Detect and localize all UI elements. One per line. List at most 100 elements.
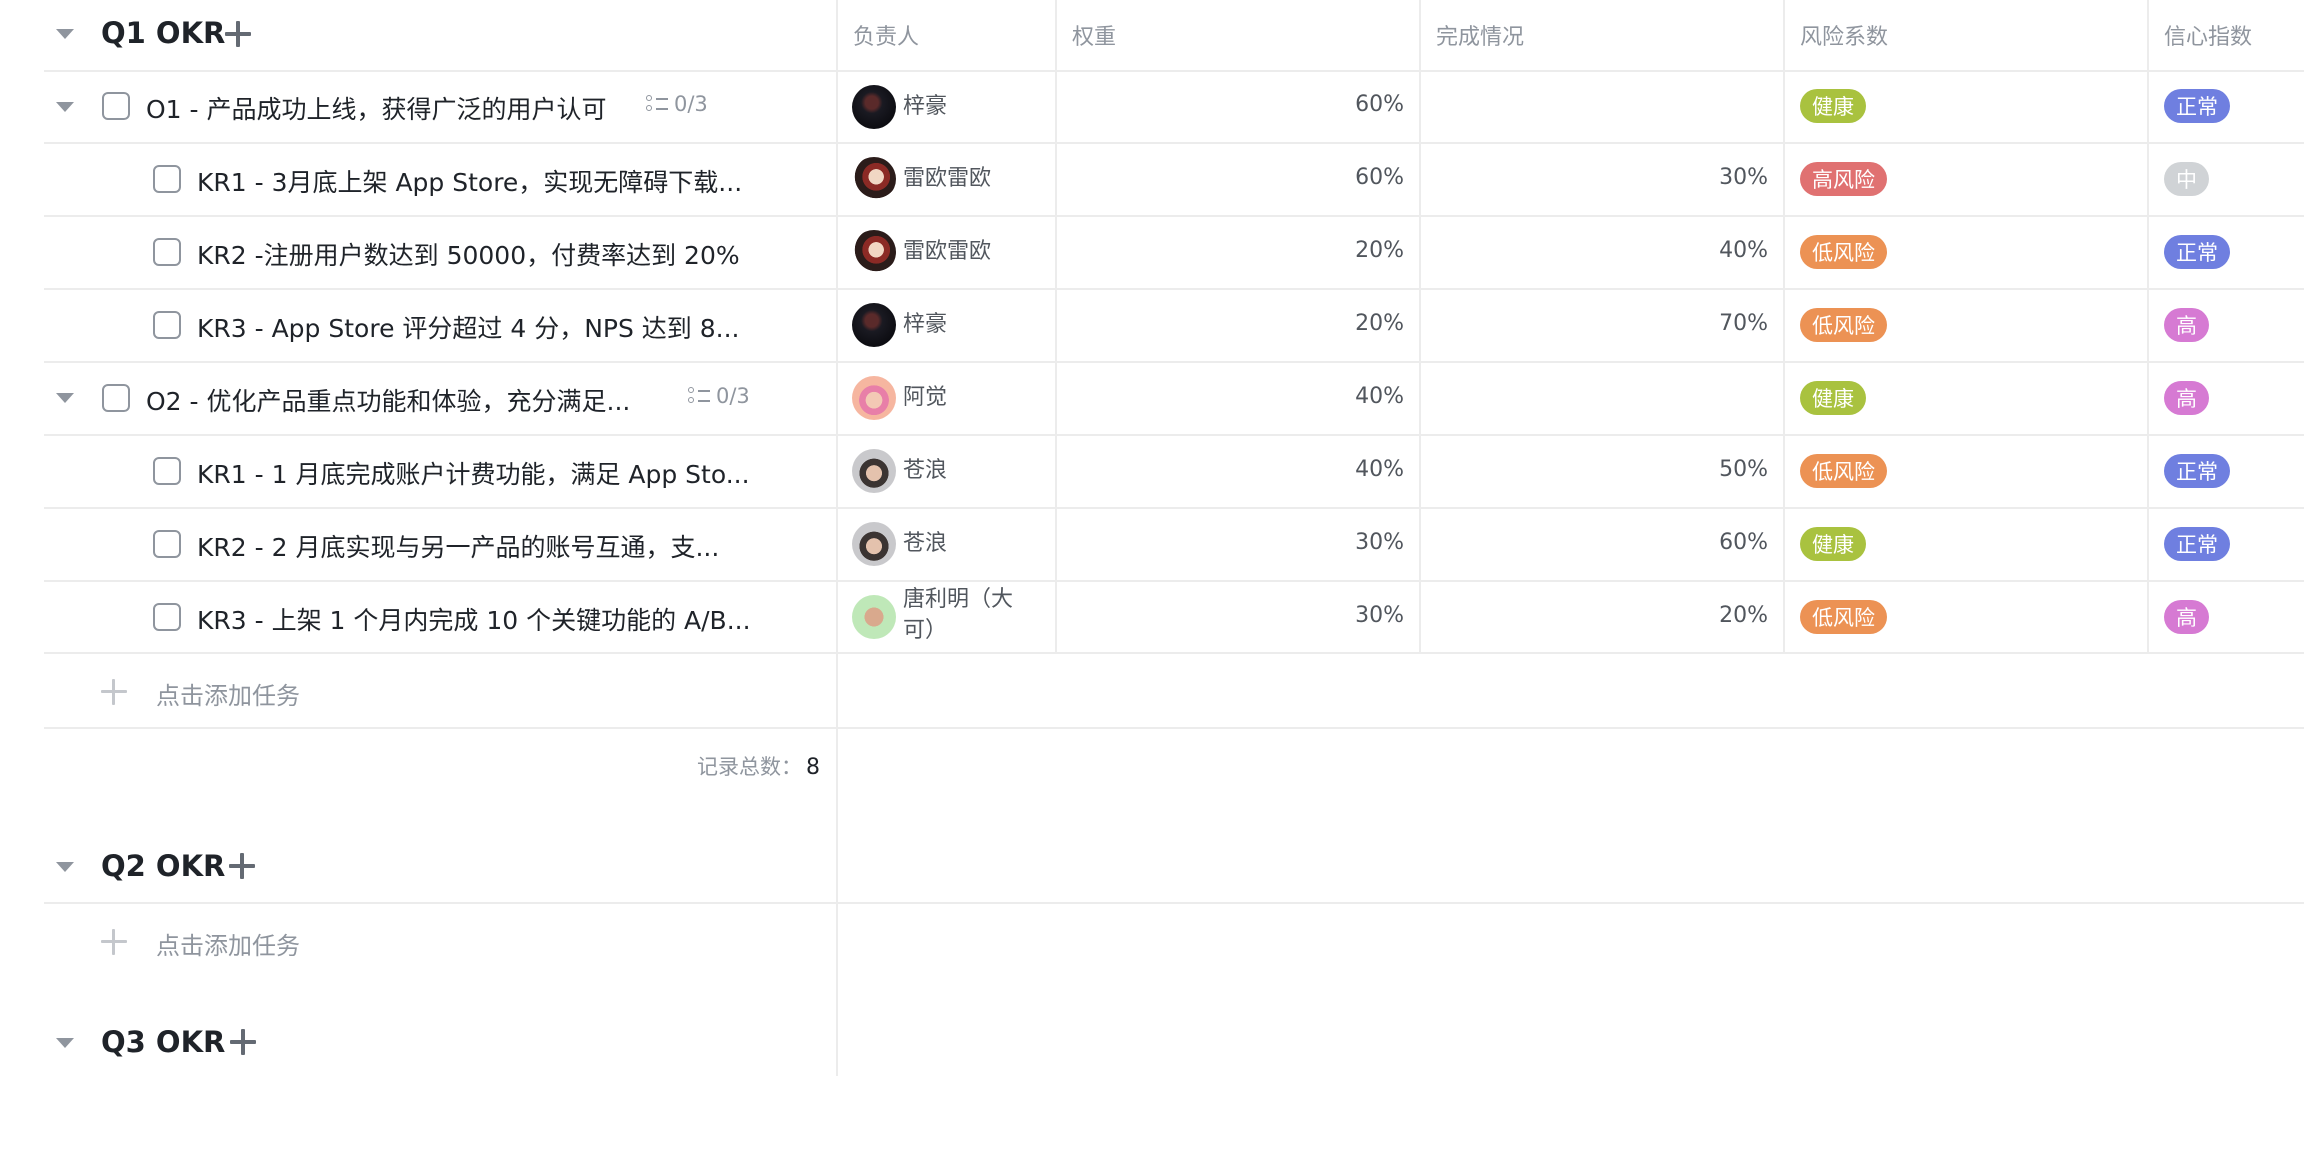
subtask-count-text: 0/3 <box>674 92 708 116</box>
risk-badge[interactable]: 低风险 <box>1800 308 1887 342</box>
subtask-count-text: 0/3 <box>716 384 750 408</box>
risk-badge[interactable]: 低风险 <box>1800 454 1887 488</box>
owner-name[interactable]: 阿觉 <box>903 382 947 413</box>
group-title-q3[interactable]: Q3 OKR <box>101 1025 225 1059</box>
risk-badge[interactable]: 低风险 <box>1800 235 1887 269</box>
task-title[interactable]: KR2 -注册用户数达到 50000，付费率达到 20% <box>197 236 740 272</box>
row-divider <box>44 215 2304 217</box>
row-divider <box>44 727 2304 729</box>
row-divider <box>44 507 2304 509</box>
progress-value: 70% <box>1719 311 1768 336</box>
column-header-progress[interactable]: 完成情况 <box>1420 0 1783 70</box>
risk-badge[interactable]: 高风险 <box>1800 162 1887 196</box>
task-checkbox[interactable] <box>153 311 181 339</box>
group-title-q1[interactable]: Q1 OKR <box>101 16 225 50</box>
task-title[interactable]: O1 - 产品成功上线，获得广泛的用户认可 <box>146 90 607 126</box>
weight-value: 20% <box>1355 238 1404 263</box>
risk-badge[interactable]: 低风险 <box>1800 600 1887 634</box>
row-divider <box>44 902 2304 904</box>
add-task-button[interactable]: 点击添加任务 <box>156 926 300 961</box>
owner-name[interactable]: 梓豪 <box>903 91 947 122</box>
divider-name-column <box>836 0 838 1076</box>
avatar[interactable] <box>852 449 896 493</box>
avatar[interactable] <box>852 230 896 274</box>
task-checkbox[interactable] <box>153 530 181 558</box>
task-checkbox[interactable] <box>153 603 181 631</box>
task-title[interactable]: O2 - 优化产品重点功能和体验，充分满足... <box>146 382 630 418</box>
confidence-badge[interactable]: 中 <box>2164 162 2209 196</box>
task-checkbox[interactable] <box>102 92 130 120</box>
weight-value: 40% <box>1355 457 1404 482</box>
row-divider <box>44 288 2304 290</box>
risk-badge[interactable]: 健康 <box>1800 89 1866 123</box>
add-task-plus-icon[interactable] <box>101 929 127 955</box>
subtask-list-icon <box>646 94 668 114</box>
collapse-caret-icon[interactable] <box>56 29 74 39</box>
avatar[interactable] <box>852 85 896 129</box>
task-checkbox[interactable] <box>153 165 181 193</box>
owner-name[interactable]: 苍浪 <box>903 528 947 559</box>
weight-value: 60% <box>1355 92 1404 117</box>
collapse-caret-icon[interactable] <box>56 1038 74 1048</box>
confidence-badge[interactable]: 高 <box>2164 600 2209 634</box>
subtask-list-icon <box>688 386 710 406</box>
weight-value: 30% <box>1355 603 1404 628</box>
task-checkbox[interactable] <box>102 384 130 412</box>
confidence-badge[interactable]: 正常 <box>2164 527 2230 561</box>
avatar[interactable] <box>852 303 896 347</box>
subtask-count[interactable]: 0/3 <box>646 92 708 116</box>
avatar[interactable] <box>852 522 896 566</box>
collapse-caret-icon[interactable] <box>56 393 74 403</box>
confidence-badge[interactable]: 高 <box>2164 308 2209 342</box>
task-checkbox[interactable] <box>153 457 181 485</box>
collapse-caret-icon[interactable] <box>56 102 74 112</box>
owner-name-line1: 唐利明（大 <box>903 587 1014 612</box>
row-divider <box>44 434 2304 436</box>
record-total-label: 记录总数： <box>697 755 802 779</box>
record-total-value: 8 <box>806 755 820 780</box>
task-checkbox[interactable] <box>153 238 181 266</box>
row-divider <box>44 580 2304 582</box>
divider-progress-column <box>1783 0 1785 652</box>
progress-value: 50% <box>1719 457 1768 482</box>
add-group-task-icon[interactable] <box>230 1029 256 1055</box>
confidence-badge[interactable]: 正常 <box>2164 454 2230 488</box>
weight-value: 20% <box>1355 311 1404 336</box>
avatar[interactable] <box>852 595 896 639</box>
row-divider <box>44 361 2304 363</box>
column-header-risk[interactable]: 风险系数 <box>1784 0 2147 70</box>
subtask-count[interactable]: 0/3 <box>688 384 750 408</box>
owner-name[interactable]: 梓豪 <box>903 309 947 340</box>
weight-value: 30% <box>1355 530 1404 555</box>
risk-badge[interactable]: 健康 <box>1800 381 1866 415</box>
column-header-confidence[interactable]: 信心指数 <box>2148 0 2304 70</box>
task-title[interactable]: KR3 - 上架 1 个月内完成 10 个关键功能的 A/B... <box>197 601 751 637</box>
owner-name[interactable]: 苍浪 <box>903 455 947 486</box>
confidence-badge[interactable]: 高 <box>2164 381 2209 415</box>
avatar[interactable] <box>852 157 896 201</box>
record-total: 记录总数： 8 <box>697 751 820 781</box>
task-title[interactable]: KR2 - 2 月底实现与另一产品的账号互通，支... <box>197 528 719 564</box>
confidence-badge[interactable]: 正常 <box>2164 89 2230 123</box>
add-group-task-icon[interactable] <box>229 853 255 879</box>
task-title[interactable]: KR1 - 3月底上架 App Store，实现无障碍下载... <box>197 163 742 199</box>
progress-value: 40% <box>1719 238 1768 263</box>
weight-value: 40% <box>1355 384 1404 409</box>
avatar[interactable] <box>852 376 896 420</box>
group-title-q2[interactable]: Q2 OKR <box>101 849 225 883</box>
add-group-task-icon[interactable] <box>225 21 251 47</box>
owner-name[interactable]: 唐利明（大 可） <box>903 584 1013 646</box>
divider-risk-column <box>2147 0 2149 652</box>
confidence-badge[interactable]: 正常 <box>2164 235 2230 269</box>
add-task-button[interactable]: 点击添加任务 <box>156 676 300 711</box>
collapse-caret-icon[interactable] <box>56 862 74 872</box>
add-task-plus-icon[interactable] <box>101 679 127 705</box>
owner-name[interactable]: 雷欧雷欧 <box>903 236 991 267</box>
task-title[interactable]: KR1 - 1 月底完成账户计费功能，满足 App Sto... <box>197 455 750 491</box>
weight-value: 60% <box>1355 165 1404 190</box>
task-title[interactable]: KR3 - App Store 评分超过 4 分，NPS 达到 8... <box>197 309 739 345</box>
column-header-weight[interactable]: 权重 <box>1056 0 1419 70</box>
owner-name[interactable]: 雷欧雷欧 <box>903 163 991 194</box>
column-header-owner[interactable]: 负责人 <box>837 0 1055 70</box>
risk-badge[interactable]: 健康 <box>1800 527 1866 561</box>
